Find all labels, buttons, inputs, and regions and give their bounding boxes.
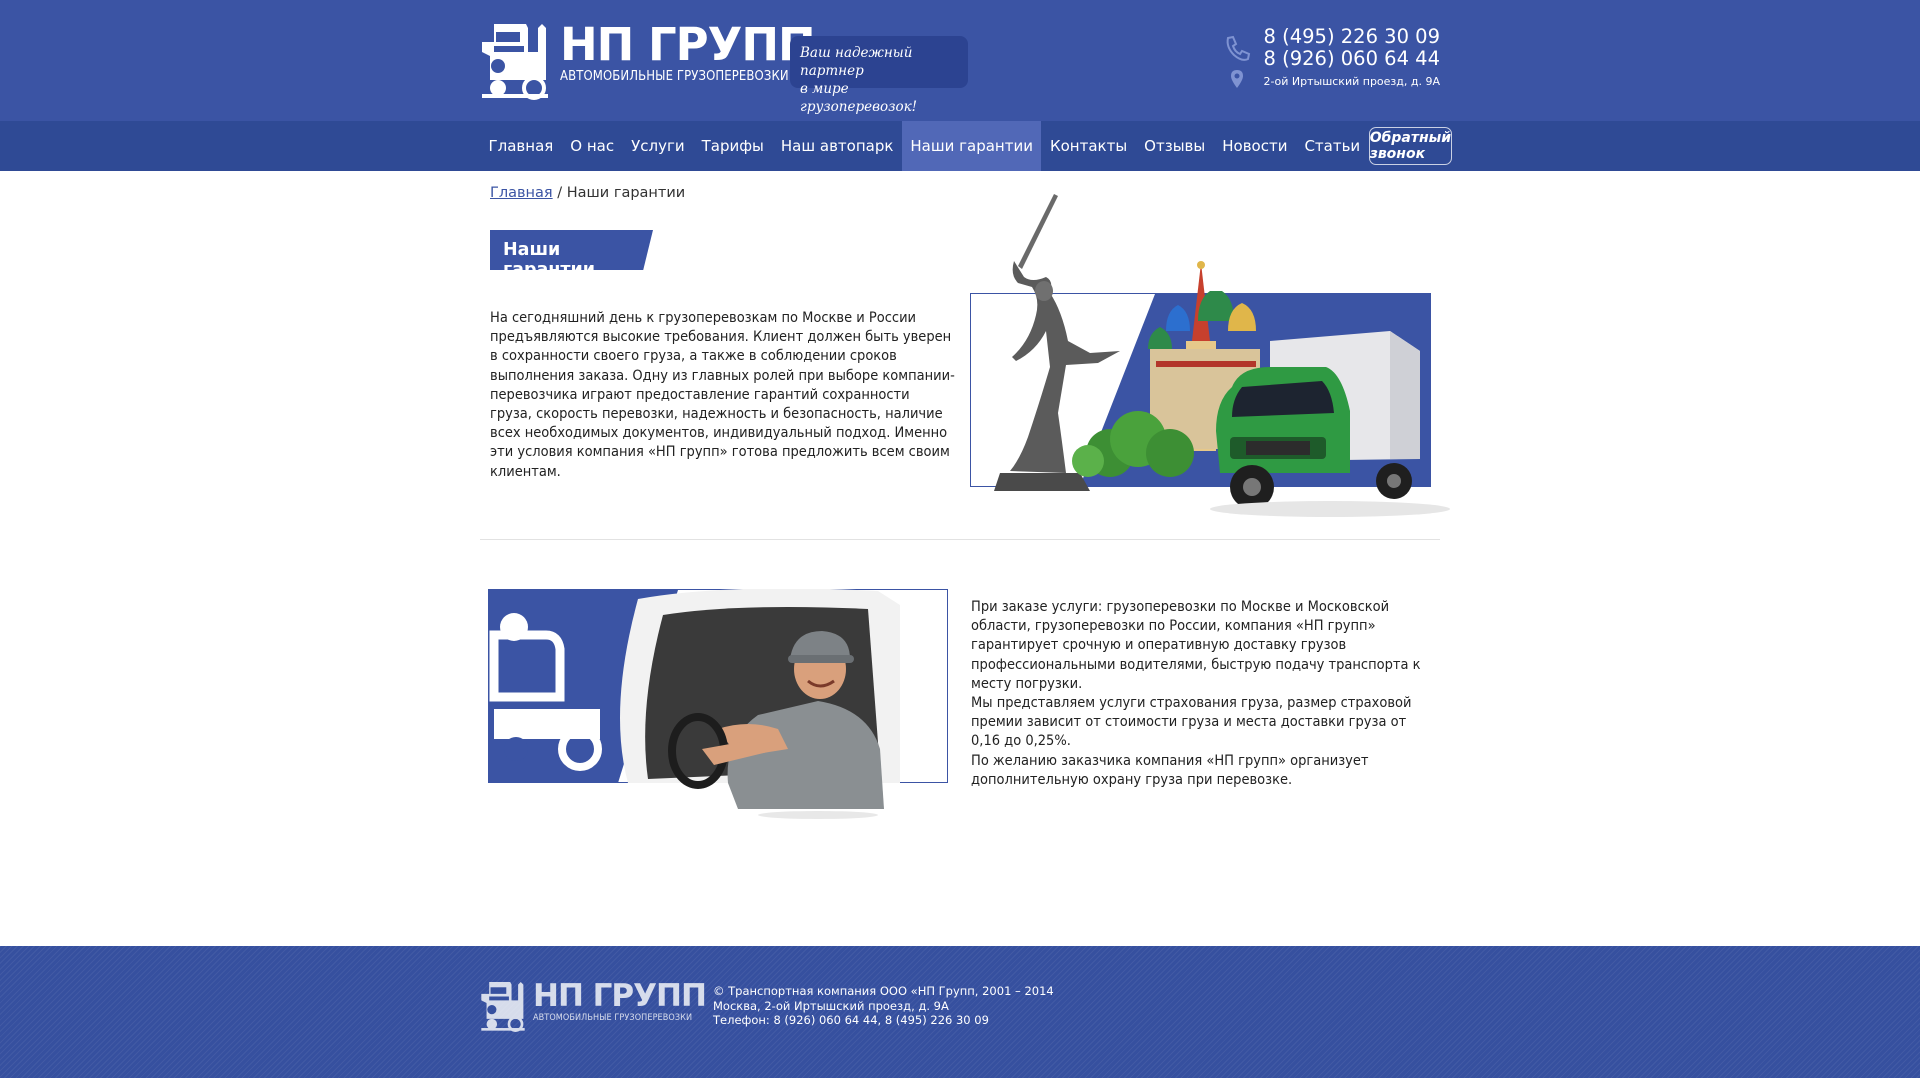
breadcrumb-current: Наши гарантии [566,185,686,201]
brand-name: НП ГРУПП [560,18,816,71]
footer-brand-name: НП ГРУПП [533,978,707,1014]
brand-subtitle: АВТОМОБИЛЬНЫЕ ГРУЗОПЕРЕВОЗКИ [560,69,789,84]
footer-info: © Транспортная компания ООО «НП Групп, 2… [713,984,1054,1028]
nav-item-services[interactable]: Услуги [623,121,693,171]
nav-item-articles[interactable]: Статьи [1296,121,1369,171]
header: НП ГРУПП АВТОМОБИЛЬНЫЕ ГРУЗОПЕРЕВОЗКИ Ва… [0,0,1920,121]
phone-number[interactable]: 8 (926) 060 64 44 [1264,48,1440,70]
logo[interactable]: НП ГРУПП АВТОМОБИЛЬНЫЕ ГРУЗОПЕРЕВОЗКИ [480,18,816,102]
intro-paragraph: На сегодняшний день к грузоперевозкам по… [490,310,955,480]
location-pin-icon [1230,70,1243,88]
page-title-text: Наши гарантии [503,240,596,280]
security-paragraph: По желанию заказчика компания «НП групп»… [971,752,1369,788]
moscow-truck-illustration [970,194,1450,517]
nav-item-home[interactable]: Главная [480,121,562,171]
footer-brand-subtitle: АВТОМОБИЛЬНЫЕ ГРУЗОПЕРЕВОЗКИ [533,1013,693,1023]
phone-icon [1226,35,1250,61]
slogan-line: в мире грузоперевозок! [800,81,918,115]
section-divider [480,539,1440,540]
footer: НП ГРУПП АВТОМОБИЛЬНЫЕ ГРУЗОПЕРЕВОЗКИ © … [0,946,1920,1078]
footer-address: Москва, 2-ой Иртышский проезд, д. 9А [713,998,949,1013]
nav-item-about[interactable]: О нас [562,121,623,171]
breadcrumb-separator: / [552,185,567,201]
breadcrumb: Главная / Наши гарантии [490,185,685,201]
main-content: Главная / Наши гарантии Наши гарантии На… [480,171,1450,946]
phone-number[interactable]: 8 (495) 226 30 09 [1264,26,1440,48]
nav-item-news[interactable]: Новости [1214,121,1296,171]
copyright: © Транспортная компания ООО «НП Групп, 2… [713,984,1054,998]
footer-phones: Телефон: 8 (926) 060 64 44, 8 (495) 226 … [713,1013,989,1027]
guarantees-text: При заказе услуги: грузоперевозки по Мос… [971,598,1436,790]
nav-item-prices[interactable]: Тарифы [693,121,772,171]
slogan: Ваш надежный партнер в мире грузоперевоз… [790,36,968,115]
nav-item-reviews[interactable]: Отзывы [1136,121,1214,171]
footer-logo[interactable]: НП ГРУПП АВТОМОБИЛЬНЫЕ ГРУЗОПЕРЕВОЗКИ [480,978,707,1034]
truck-logo-icon [481,982,525,1032]
contact-block: 8 (495) 226 30 09 8 (926) 060 64 44 2-ой… [1226,26,1440,88]
slogan-line: Ваш надежный партнер [800,45,913,79]
insurance-paragraph: Мы представляем услуги страхования груза… [971,695,1412,750]
nav-item-guarantees[interactable]: Наши гарантии [901,121,1042,171]
breadcrumb-home-link[interactable]: Главная [490,185,553,201]
address: 2-ой Иртышский проезд, д. 9А [1263,75,1440,88]
nav-item-contacts[interactable]: Контакты [1041,121,1135,171]
main-nav: Главная О нас Услуги Тарифы Наш автопарк… [0,121,1920,171]
nav-item-fleet[interactable]: Наш автопарк [772,121,902,171]
driver-illustration [488,589,948,819]
callback-button[interactable]: Обратный звонок [1368,127,1453,165]
guarantees-paragraph: При заказе услуги: грузоперевозки по Мос… [971,599,1421,692]
truck-logo-icon [482,24,548,100]
page-title: Наши гарантии [490,230,653,270]
